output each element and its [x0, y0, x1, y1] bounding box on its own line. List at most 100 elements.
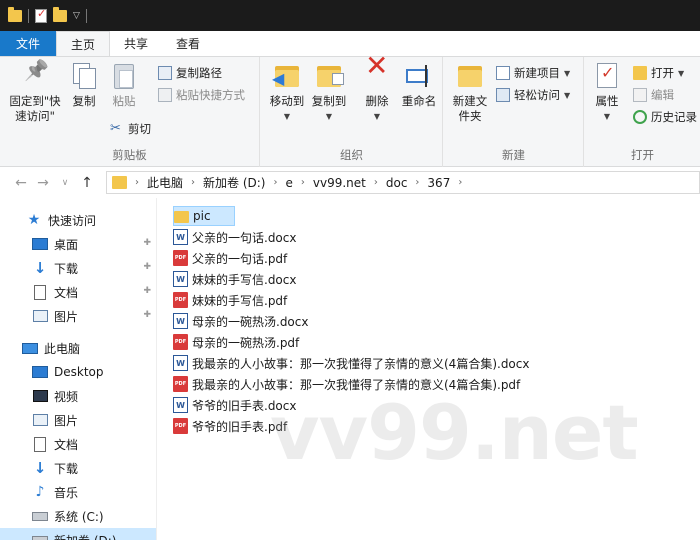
tab-share[interactable]: 共享: [110, 31, 162, 56]
up-arrow-icon[interactable]: ↑: [76, 175, 98, 191]
rename-button[interactable]: 重命名: [397, 61, 441, 109]
pdf-icon: [173, 376, 188, 392]
chevron-right-icon[interactable]: ›: [135, 177, 139, 188]
chevron-right-icon[interactable]: ›: [191, 177, 195, 188]
nav-item-downloads-folder[interactable]: ↓ 下载: [0, 456, 156, 480]
copy-path-label: 复制路径: [176, 66, 222, 80]
copy-to-button[interactable]: 复制到 ▼: [307, 61, 351, 124]
list-item[interactable]: 父亲的一句话.docx: [173, 227, 300, 247]
list-item[interactable]: 父亲的一句话.pdf: [173, 248, 291, 268]
chevron-right-icon[interactable]: ›: [415, 177, 419, 188]
chevron-right-icon[interactable]: ›: [374, 177, 378, 188]
pin-icon[interactable]: ✚: [143, 310, 151, 320]
history-button[interactable]: 历史记录: [633, 109, 697, 125]
copy-button[interactable]: 复制: [66, 61, 102, 109]
file-name: 母亲的一碗热汤.docx: [192, 314, 309, 329]
paste-button[interactable]: 粘贴: [106, 61, 142, 109]
copy-icon: [69, 61, 99, 91]
properties-icon[interactable]: [35, 7, 47, 23]
nav-item-videos[interactable]: 视频: [0, 384, 156, 408]
drive-icon: [32, 511, 48, 521]
chevron-right-icon[interactable]: ›: [273, 177, 277, 188]
breadcrumb-segment[interactable]: e: [285, 176, 292, 190]
toolbar-separator: [28, 8, 29, 23]
copy-path-button[interactable]: 复制路径: [158, 65, 222, 81]
nav-item-system-drive[interactable]: 系统 (C:): [0, 504, 156, 528]
breadcrumb-segment[interactable]: 367: [427, 176, 450, 190]
download-icon: ↓: [33, 459, 47, 477]
nav-item-this-pc[interactable]: 此电脑: [0, 336, 156, 360]
word-document-icon: [173, 355, 188, 371]
nav-item-label: 音乐: [54, 485, 79, 500]
list-item[interactable]: 母亲的一碗热汤.docx: [173, 311, 312, 331]
nav-item-music[interactable]: ♪ 音乐: [0, 480, 156, 504]
organize-group: ◀ 移动到 ▼ 复制到 ▼ ✕ 删除 ▼ 重命名 组织: [261, 52, 443, 167]
chevron-right-icon[interactable]: ›: [458, 177, 462, 188]
new-item-button[interactable]: 新建项目 ▼: [496, 65, 570, 81]
list-item[interactable]: 母亲的一碗热汤.pdf: [173, 332, 303, 352]
pdf-icon: [173, 250, 188, 266]
chevron-right-icon[interactable]: ›: [301, 177, 305, 188]
cut-button[interactable]: ✂ 剪切: [110, 121, 151, 137]
nav-item-documents[interactable]: 文档 ✚: [0, 280, 156, 304]
file-name: 父亲的一句话.docx: [192, 230, 297, 245]
file-name: 父亲的一句话.pdf: [192, 251, 288, 266]
chevron-down-icon: ▼: [564, 68, 571, 78]
pin-to-quick-access-button[interactable]: 固定到"快速访问": [4, 61, 66, 124]
move-to-button[interactable]: ◀ 移动到 ▼: [265, 61, 309, 124]
list-item[interactable]: 爷爷的旧手表.docx: [173, 395, 300, 415]
easy-access-button[interactable]: 轻松访问 ▼: [496, 87, 570, 103]
paste-shortcut-button[interactable]: 粘贴快捷方式: [158, 87, 245, 103]
breadcrumb-segment[interactable]: vv99.net: [313, 176, 366, 190]
open-button[interactable]: 打开 ▼: [633, 65, 684, 81]
list-item[interactable]: pic: [173, 206, 235, 226]
pin-icon[interactable]: ✚: [143, 238, 151, 248]
forward-arrow-icon[interactable]: →: [32, 175, 54, 191]
folder-icon[interactable]: [8, 6, 22, 22]
breadcrumb-segment[interactable]: doc: [386, 176, 408, 190]
properties-button[interactable]: ✓ 属性 ▼: [589, 61, 625, 124]
list-item[interactable]: 我最亲的人小故事：那一次我懂得了亲情的意义(4篇合集).docx: [173, 353, 533, 373]
edit-label: 编辑: [651, 88, 674, 102]
document-icon: [34, 436, 46, 452]
file-name: 妹妹的手写信.docx: [192, 272, 297, 287]
copy-to-icon: [314, 61, 344, 91]
tab-home[interactable]: 主页: [56, 31, 111, 56]
pin-icon[interactable]: ✚: [143, 262, 151, 272]
list-item[interactable]: 爷爷的旧手表.pdf: [173, 416, 291, 436]
delete-button[interactable]: ✕ 删除 ▼: [359, 52, 395, 124]
pin-icon[interactable]: ✚: [143, 286, 151, 296]
nav-item-label: 快速访问: [48, 213, 97, 228]
nav-item-desktop-folder[interactable]: Desktop: [0, 360, 156, 384]
nav-item-downloads[interactable]: ↓ 下载 ✚: [0, 256, 156, 280]
breadcrumb-segment[interactable]: 此电脑: [147, 174, 183, 191]
address-bar[interactable]: › 此电脑 › 新加卷 (D:) › e › vv99.net › doc › …: [106, 171, 700, 194]
tab-file[interactable]: 文件: [0, 31, 57, 56]
recent-locations-chevron-icon[interactable]: ∨: [54, 178, 76, 188]
chevron-down-icon: ▼: [373, 112, 381, 121]
word-document-icon: [173, 271, 188, 287]
nav-item-data-drive[interactable]: 新加卷 (D:): [0, 528, 156, 540]
pin-icon: [20, 61, 50, 91]
pin-label: 固定到"快速访问": [9, 94, 61, 123]
list-item[interactable]: 我最亲的人小故事：那一次我懂得了亲情的意义(4篇合集).pdf: [173, 374, 524, 394]
nav-item-pictures-folder[interactable]: 图片: [0, 408, 156, 432]
nav-item-documents-folder[interactable]: 文档: [0, 432, 156, 456]
organize-group-label: 组织: [340, 148, 363, 162]
rename-icon: [404, 61, 434, 91]
chevron-down-icon[interactable]: ▽: [73, 11, 80, 21]
breadcrumb-segment[interactable]: 新加卷 (D:): [203, 174, 265, 191]
new-group-label: 新建: [502, 148, 525, 162]
nav-item-pictures[interactable]: 图片 ✚: [0, 304, 156, 328]
new-folder-button[interactable]: 新建文件夹: [448, 61, 492, 124]
tab-view[interactable]: 查看: [162, 31, 214, 56]
edit-button[interactable]: 编辑: [633, 87, 674, 103]
list-item[interactable]: 妹妹的手写信.docx: [173, 269, 300, 289]
new-folder-icon[interactable]: [53, 6, 67, 22]
file-list: pic 父亲的一句话.docx 父亲的一句话.pdf 妹妹的手写信.docx 妹…: [158, 198, 700, 540]
nav-item-quick-access[interactable]: ★ 快速访问: [0, 208, 156, 232]
nav-item-desktop[interactable]: 桌面 ✚: [0, 232, 156, 256]
properties-label: 属性: [595, 94, 619, 108]
list-item[interactable]: 妹妹的手写信.pdf: [173, 290, 291, 310]
back-arrow-icon[interactable]: ←: [10, 175, 32, 191]
